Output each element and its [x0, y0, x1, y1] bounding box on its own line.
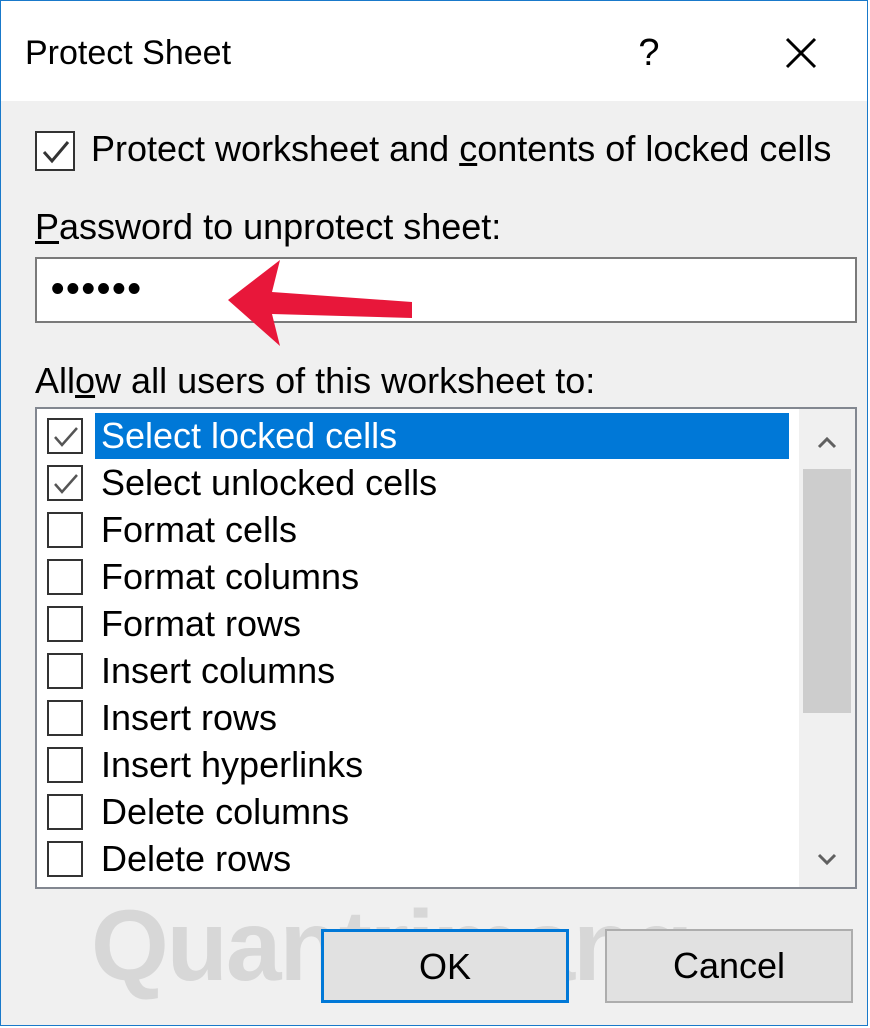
list-item[interactable]: Select locked cells — [43, 413, 795, 459]
list-item[interactable]: Delete rows — [43, 836, 795, 882]
permission-checkbox[interactable] — [47, 653, 83, 689]
list-item[interactable]: Insert columns — [43, 648, 795, 694]
permission-checkbox[interactable] — [47, 841, 83, 877]
permission-checkbox[interactable] — [47, 559, 83, 595]
permission-label: Select locked cells — [95, 413, 789, 459]
protect-worksheet-checkbox[interactable] — [35, 131, 75, 171]
allow-users-label: Allow all users of this worksheet to: — [35, 360, 596, 401]
permission-checkbox[interactable] — [47, 794, 83, 830]
chevron-down-icon — [817, 853, 837, 866]
chevron-up-icon — [817, 436, 837, 449]
scrollbar-thumb[interactable] — [803, 469, 851, 713]
cancel-button[interactable]: Cancel — [605, 929, 853, 1003]
dialog-title: Protect Sheet — [25, 34, 232, 72]
list-item[interactable]: Select unlocked cells — [43, 460, 795, 506]
list-item[interactable]: Format columns — [43, 554, 795, 600]
list-item[interactable]: Insert rows — [43, 695, 795, 741]
permission-label: Insert columns — [101, 650, 336, 691]
list-item[interactable]: Format rows — [43, 601, 795, 647]
list-item[interactable]: Delete columns — [43, 789, 795, 835]
permission-label: Insert hyperlinks — [101, 744, 364, 785]
scroll-up-button[interactable] — [799, 417, 855, 467]
annotation-arrow-icon — [228, 260, 412, 346]
permission-label: Format cells — [101, 509, 298, 550]
permission-checkbox[interactable] — [47, 418, 83, 454]
permission-label: Insert rows — [101, 697, 278, 738]
checkmark-icon — [54, 427, 78, 447]
scroll-down-button[interactable] — [799, 835, 855, 885]
password-input[interactable]: •••••• — [35, 257, 857, 323]
ok-button[interactable]: OK — [321, 929, 569, 1003]
list-item[interactable]: Format cells — [43, 507, 795, 553]
list-scrollbar[interactable] — [799, 409, 855, 887]
close-button[interactable] — [771, 25, 831, 81]
password-label: Password to unprotect sheet: — [35, 206, 502, 247]
checkmark-icon — [54, 474, 78, 494]
help-button[interactable]: ? — [619, 27, 679, 79]
list-item[interactable]: Insert hyperlinks — [43, 742, 795, 788]
title-bar: Protect Sheet ? — [1, 1, 867, 101]
protect-worksheet-label: Protect worksheet and contents of locked… — [91, 128, 832, 169]
protect-sheet-dialog: Protect Sheet ? Protect worksheet and co… — [0, 0, 868, 1026]
permission-label: Format rows — [101, 603, 302, 644]
checkmark-icon — [42, 141, 70, 164]
permission-label: Delete rows — [101, 838, 292, 879]
permission-label: Select unlocked cells — [101, 462, 438, 503]
permission-checkbox[interactable] — [47, 606, 83, 642]
permission-label: Delete columns — [101, 791, 350, 832]
permission-checkbox[interactable] — [47, 512, 83, 548]
permission-label: Format columns — [101, 556, 360, 597]
permission-checkbox[interactable] — [47, 700, 83, 736]
permissions-list[interactable]: Select locked cells Select unlocked cell… — [35, 407, 857, 889]
close-icon — [785, 37, 817, 69]
permission-checkbox[interactable] — [47, 747, 83, 783]
permission-checkbox[interactable] — [47, 465, 83, 501]
